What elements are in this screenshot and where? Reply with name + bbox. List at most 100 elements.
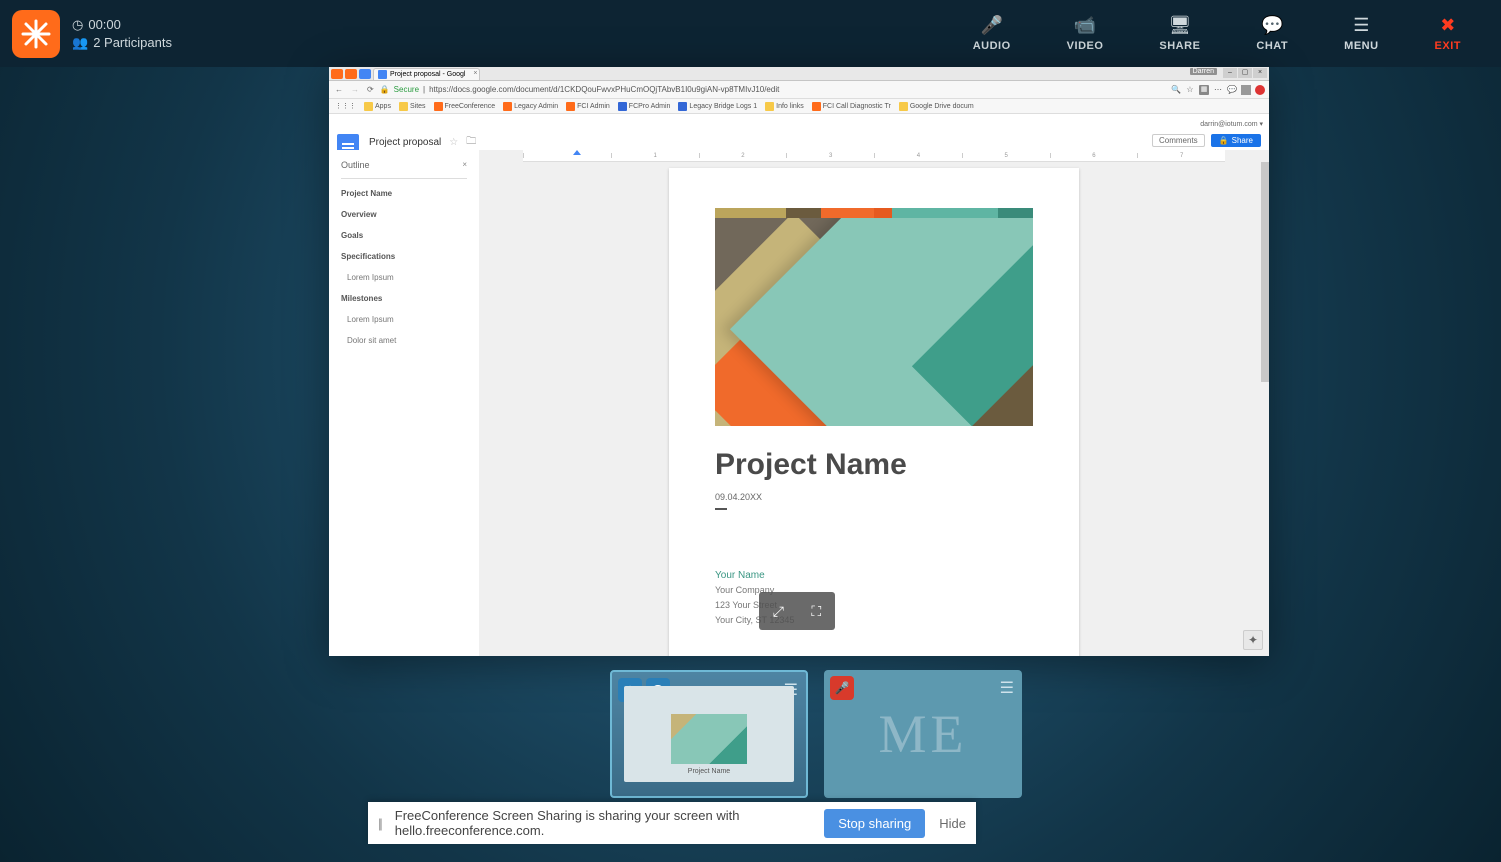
bookmark-item[interactable]: FCI Admin [566,102,610,111]
close-window-button[interactable]: × [1253,68,1267,78]
author-name: Your Name [715,568,1033,583]
outline-subitem[interactable]: Lorem Ipsum [347,315,467,324]
ext-icon[interactable]: ⋯ [1213,85,1223,95]
outline-item[interactable]: Project Name [341,189,467,198]
fullscreen-icon[interactable]: ⛶ [811,603,821,620]
hide-bar-button[interactable]: Hide [939,816,966,831]
forward-button[interactable]: → [349,85,361,94]
profile-chip[interactable]: Darren [1190,68,1217,75]
outline-item[interactable]: Specifications [341,252,467,261]
minimize-button[interactable]: – [1223,68,1237,78]
reload-button[interactable]: ⟳ [365,85,376,94]
docs-body: Outline × Project Name Overview Goals Sp… [329,150,1269,656]
participants-icon: 👥 [72,34,88,52]
scroll-thumb[interactable] [1261,162,1269,382]
grid-ext-icon[interactable]: ▦ [1199,85,1209,95]
expand-icon[interactable]: ⤢ [773,603,784,620]
close-outline-icon[interactable]: × [462,160,467,169]
self-avatar: ME [824,670,1022,798]
outline-subitem[interactable]: Lorem Ipsum [347,273,467,282]
call-timer: 00:00 [88,16,121,34]
thumbnail-label: Project Name [688,768,730,775]
docs-favicon-icon [378,70,387,79]
star-doc-icon[interactable]: ☆ [449,137,458,148]
outline-item[interactable]: Goals [341,231,467,240]
audio-button[interactable]: 🎤AUDIO [973,16,1011,52]
bookmark-item[interactable]: FCI Call Diagnostic Tr [812,102,891,111]
bookmark-item[interactable]: Sites [399,102,426,111]
apps-icon[interactable]: ⋮⋮⋮ [335,102,356,110]
page-area: 1234567 Project Name 09.04.20XX Your Nam… [479,150,1269,656]
url-text[interactable]: https://docs.google.com/document/d/1CKDQ… [429,85,779,94]
pinned-tab-icon[interactable] [345,69,357,79]
participant-tile-presenter[interactable]: ★ 👁 ☰ Project Name [610,670,808,798]
app-logo [12,10,60,58]
camera-icon: 📹 [1074,16,1096,36]
outline-subitem[interactable]: Dolor sit amet [347,336,467,345]
zoom-icon[interactable]: 🔍 [1171,85,1181,95]
chat-button[interactable]: 💬CHAT [1256,16,1288,52]
browser-tab-strip: Project proposal - Googl × Darren – ▢ × [329,67,1269,81]
document-page[interactable]: Project Name 09.04.20XX Your Name Your C… [669,168,1079,656]
bookmark-item[interactable]: Legacy Admin [503,102,558,111]
exit-button[interactable]: ✖EXIT [1435,16,1461,52]
browser-tab[interactable]: Project proposal - Googl × [373,68,480,80]
share-doc-button[interactable]: 🔒Share [1211,134,1261,147]
chat-ext-icon[interactable]: 💬 [1227,85,1237,95]
screen-thumbnail: Project Name [624,686,794,782]
video-button[interactable]: 📹VIDEO [1067,16,1104,52]
scrollbar[interactable] [1261,162,1269,656]
block-ext-icon[interactable] [1255,85,1265,95]
docs-account-row: darrin@iotum.com ▾ [329,114,1269,132]
bookmark-item[interactable]: FCPro Admin [618,102,671,111]
outline-item[interactable]: Overview [341,210,467,219]
call-info: ◷00:00 👥2 Participants [72,16,172,52]
address-bar: ← → ⟳ 🔒 Secure | https://docs.google.com… [329,81,1269,99]
monitor-icon: 🖥 [1168,16,1191,36]
pause-share-icon[interactable]: || [378,816,381,831]
bookmark-item[interactable]: Apps [364,102,391,111]
secure-label: Secure [394,85,419,94]
pinned-tab-icon[interactable] [331,69,343,79]
tab-title: Project proposal - Googl [390,71,465,78]
share-button[interactable]: 🖥SHARE [1159,16,1200,52]
account-email[interactable]: darrin@iotum.com ▾ [1200,120,1263,128]
menu-icon: ☰ [1353,16,1369,36]
star-icon[interactable]: ☆ [1185,85,1195,95]
bookmarks-bar: ⋮⋮⋮ Apps Sites FreeConference Legacy Adm… [329,99,1269,114]
tab-close-icon[interactable]: × [473,70,477,77]
menu-button[interactable]: ☰MENU [1344,16,1378,52]
mic-icon: 🎤 [980,16,1002,36]
outline-title: Outline [341,160,467,170]
ext-icon[interactable] [1241,85,1251,95]
stop-sharing-button[interactable]: Stop sharing [824,809,925,838]
nav-buttons: 🎤AUDIO 📹VIDEO 🖥SHARE 💬CHAT ☰MENU ✖EXIT [973,16,1501,52]
share-view-controls: ⤢ ⛶ [759,592,835,630]
shared-screen: Project proposal - Googl × Darren – ▢ × … [329,67,1269,656]
maximize-button[interactable]: ▢ [1238,68,1252,78]
participant-tile-self[interactable]: 🎤 ☰ ME [824,670,1022,798]
pinned-tab-icon[interactable] [359,69,371,79]
screen-sharing-bar: || FreeConference Screen Sharing is shar… [368,802,976,844]
comments-button[interactable]: Comments [1152,134,1205,147]
participant-tiles: ★ 👁 ☰ Project Name 🎤 ☰ ME [610,670,1022,798]
bookmark-item[interactable]: Info links [765,102,804,111]
bookmark-item[interactable]: Google Drive docum [899,102,974,111]
back-button[interactable]: ← [333,85,345,94]
chat-icon: 💬 [1261,16,1283,36]
share-message: FreeConference Screen Sharing is sharing… [395,808,810,838]
bookmark-item[interactable]: Legacy Bridge Logs 1 [678,102,757,111]
lock-icon: 🔒 [380,85,390,94]
outline-item[interactable]: Milestones [341,294,467,303]
exit-icon: ✖ [1440,16,1455,36]
doc-heading: Project Name [715,448,1033,482]
ruler[interactable]: 1234567 [523,150,1225,162]
participants-count: 2 Participants [93,34,172,52]
explore-button[interactable]: ✦ [1243,630,1263,650]
conference-top-bar: ◷00:00 👥2 Participants 🎤AUDIO 📹VIDEO 🖥SH… [0,0,1501,67]
bookmark-item[interactable]: FreeConference [434,102,496,111]
doc-title[interactable]: Project proposal [369,137,441,148]
hero-image [715,208,1033,426]
move-folder-icon[interactable]: 🗀 [466,134,476,151]
outline-pane: Outline × Project Name Overview Goals Sp… [329,150,479,656]
